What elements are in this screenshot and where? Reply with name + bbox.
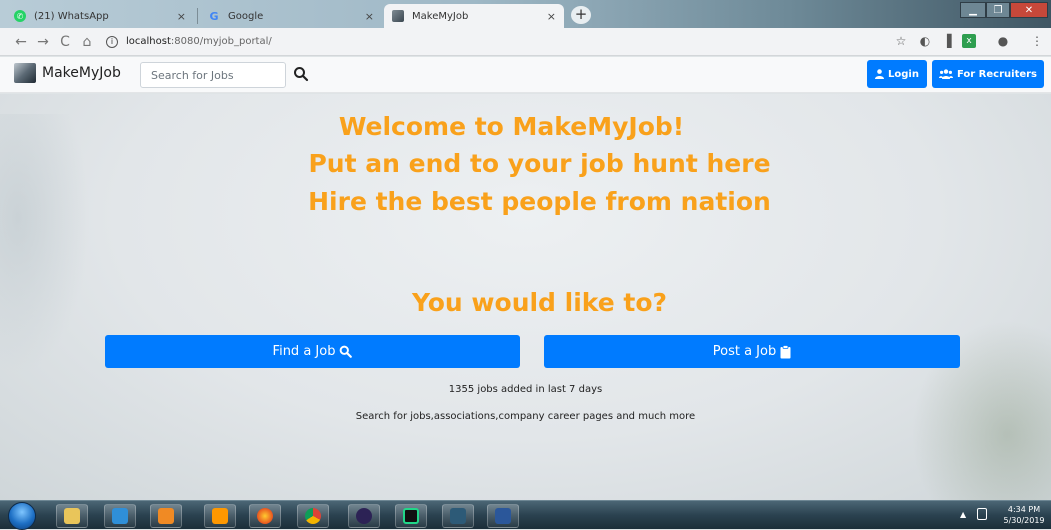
battery-icon[interactable] [977, 508, 987, 520]
word-icon [495, 508, 511, 524]
taskbar-media-player[interactable] [150, 504, 182, 528]
for-recruiters-label: For Recruiters [956, 68, 1038, 80]
brand[interactable]: MakeMyJob [14, 63, 121, 83]
tagline-heading-1: Put an end to your job hunt here [308, 149, 771, 178]
jobs-added-stat: 1355 jobs added in last 7 days [448, 384, 603, 395]
taskbar-explorer[interactable] [56, 504, 88, 528]
taskbar-vscode[interactable] [104, 504, 136, 528]
post-job-label: Post a Job [712, 344, 777, 359]
tagline-heading-2: Hire the best people from nation [308, 187, 771, 216]
users-icon [938, 69, 953, 79]
taskbar-pycharm[interactable] [395, 504, 427, 528]
tab-google[interactable]: G Google × [200, 4, 382, 28]
clock-date: 5/30/2019 [1003, 516, 1045, 525]
reload-icon[interactable]: C [54, 34, 76, 50]
brand-name: MakeMyJob [42, 65, 121, 81]
tab-title: (21) WhatsApp [34, 10, 109, 22]
whatsapp-icon: ✆ [14, 10, 26, 22]
start-button[interactable] [8, 502, 36, 530]
bookmark-star-icon[interactable]: ☆ [894, 34, 908, 48]
taskbar-word[interactable] [487, 504, 519, 528]
search-icon[interactable] [293, 66, 309, 82]
show-hidden-icons-icon[interactable]: ▲ [960, 510, 966, 519]
find-job-label: Find a Job [272, 344, 336, 359]
chrome-icon [305, 508, 321, 524]
search-tagline: Search for jobs,associations,company car… [355, 411, 696, 422]
welcome-heading: Welcome to MakeMyJob! [338, 112, 685, 141]
search-input[interactable] [140, 62, 286, 88]
media-player-icon [158, 508, 174, 524]
taskbar-firefox[interactable] [249, 504, 281, 528]
profile-icon[interactable]: ● [996, 34, 1010, 48]
taskbar: ▲ 4:34 PM 5/30/2019 [0, 500, 1051, 530]
close-icon: ✕ [1024, 4, 1034, 16]
maximize-button[interactable]: ❐ [986, 2, 1010, 18]
tab-whatsapp[interactable]: ✆ (21) WhatsApp × [6, 4, 194, 28]
maximize-icon: ❐ [993, 4, 1003, 16]
makemyjob-logo-icon [14, 63, 36, 83]
tab-title: Google [228, 10, 264, 22]
find-job-button[interactable]: Find a Job [105, 335, 520, 368]
url-field[interactable]: i localhost :8080/myjob_portal/ [106, 35, 272, 48]
url-path: :8080/myjob_portal/ [170, 36, 272, 47]
url-host: localhost [126, 36, 171, 47]
vscode-icon [112, 508, 128, 524]
user-icon [875, 69, 885, 79]
google-icon: G [209, 9, 219, 23]
site-navbar: MakeMyJob Login For Recruiters [0, 57, 1051, 93]
snipping-tool-icon [450, 508, 466, 524]
tab-makemyjob[interactable]: MakeMyJob × [384, 4, 564, 28]
clipboard-icon [780, 344, 791, 358]
extension-shield-icon[interactable]: ◐ [918, 34, 932, 48]
makemyjob-icon [392, 10, 404, 22]
question-heading: You would like to? [411, 288, 668, 317]
menu-icon[interactable]: ⋮ [1030, 34, 1044, 48]
close-icon[interactable]: × [177, 10, 186, 23]
close-icon[interactable]: × [365, 10, 374, 23]
eclipse-icon [356, 508, 372, 524]
minimize-button[interactable]: ▁ [960, 2, 986, 18]
login-button[interactable]: Login [867, 60, 927, 88]
forward-arrow-icon[interactable]: → [32, 34, 54, 50]
for-recruiters-button[interactable]: For Recruiters [932, 60, 1044, 88]
back-arrow-icon[interactable]: ← [10, 34, 32, 50]
close-icon[interactable]: × [547, 10, 556, 23]
login-label: Login [888, 68, 919, 80]
firefox-icon [257, 508, 273, 524]
hero-section: Welcome to MakeMyJob! Put an end to your… [0, 94, 1051, 500]
taskbar-snipping-tool[interactable] [442, 504, 474, 528]
extension-excel-icon[interactable]: x [962, 34, 976, 48]
browser-tab-strip: ✆ (21) WhatsApp × G Google × MakeMyJob ×… [0, 0, 1051, 28]
folder-icon [64, 508, 80, 524]
close-window-button[interactable]: ✕ [1010, 2, 1048, 18]
home-icon[interactable]: ⌂ [76, 34, 98, 50]
sublime-text-icon [212, 508, 228, 524]
post-job-button[interactable]: Post a Job [544, 335, 960, 368]
taskbar-sublime[interactable] [204, 504, 236, 528]
taskbar-chrome[interactable] [297, 504, 329, 528]
minimize-icon: ▁ [969, 4, 977, 16]
clock-time: 4:34 PM [1007, 505, 1041, 514]
new-tab-button[interactable]: + [571, 6, 591, 24]
pycharm-icon [403, 508, 419, 524]
tab-separator [197, 8, 198, 24]
search-icon [340, 345, 353, 358]
extension-bars-icon[interactable]: ▐ [940, 34, 954, 48]
tab-title: MakeMyJob [412, 10, 469, 22]
system-clock[interactable]: 4:34 PM 5/30/2019 [1003, 504, 1045, 526]
taskbar-eclipse[interactable] [348, 504, 380, 528]
info-icon[interactable]: i [106, 35, 118, 48]
address-bar: ← → C ⌂ i localhost :8080/myjob_portal/ … [0, 28, 1051, 56]
